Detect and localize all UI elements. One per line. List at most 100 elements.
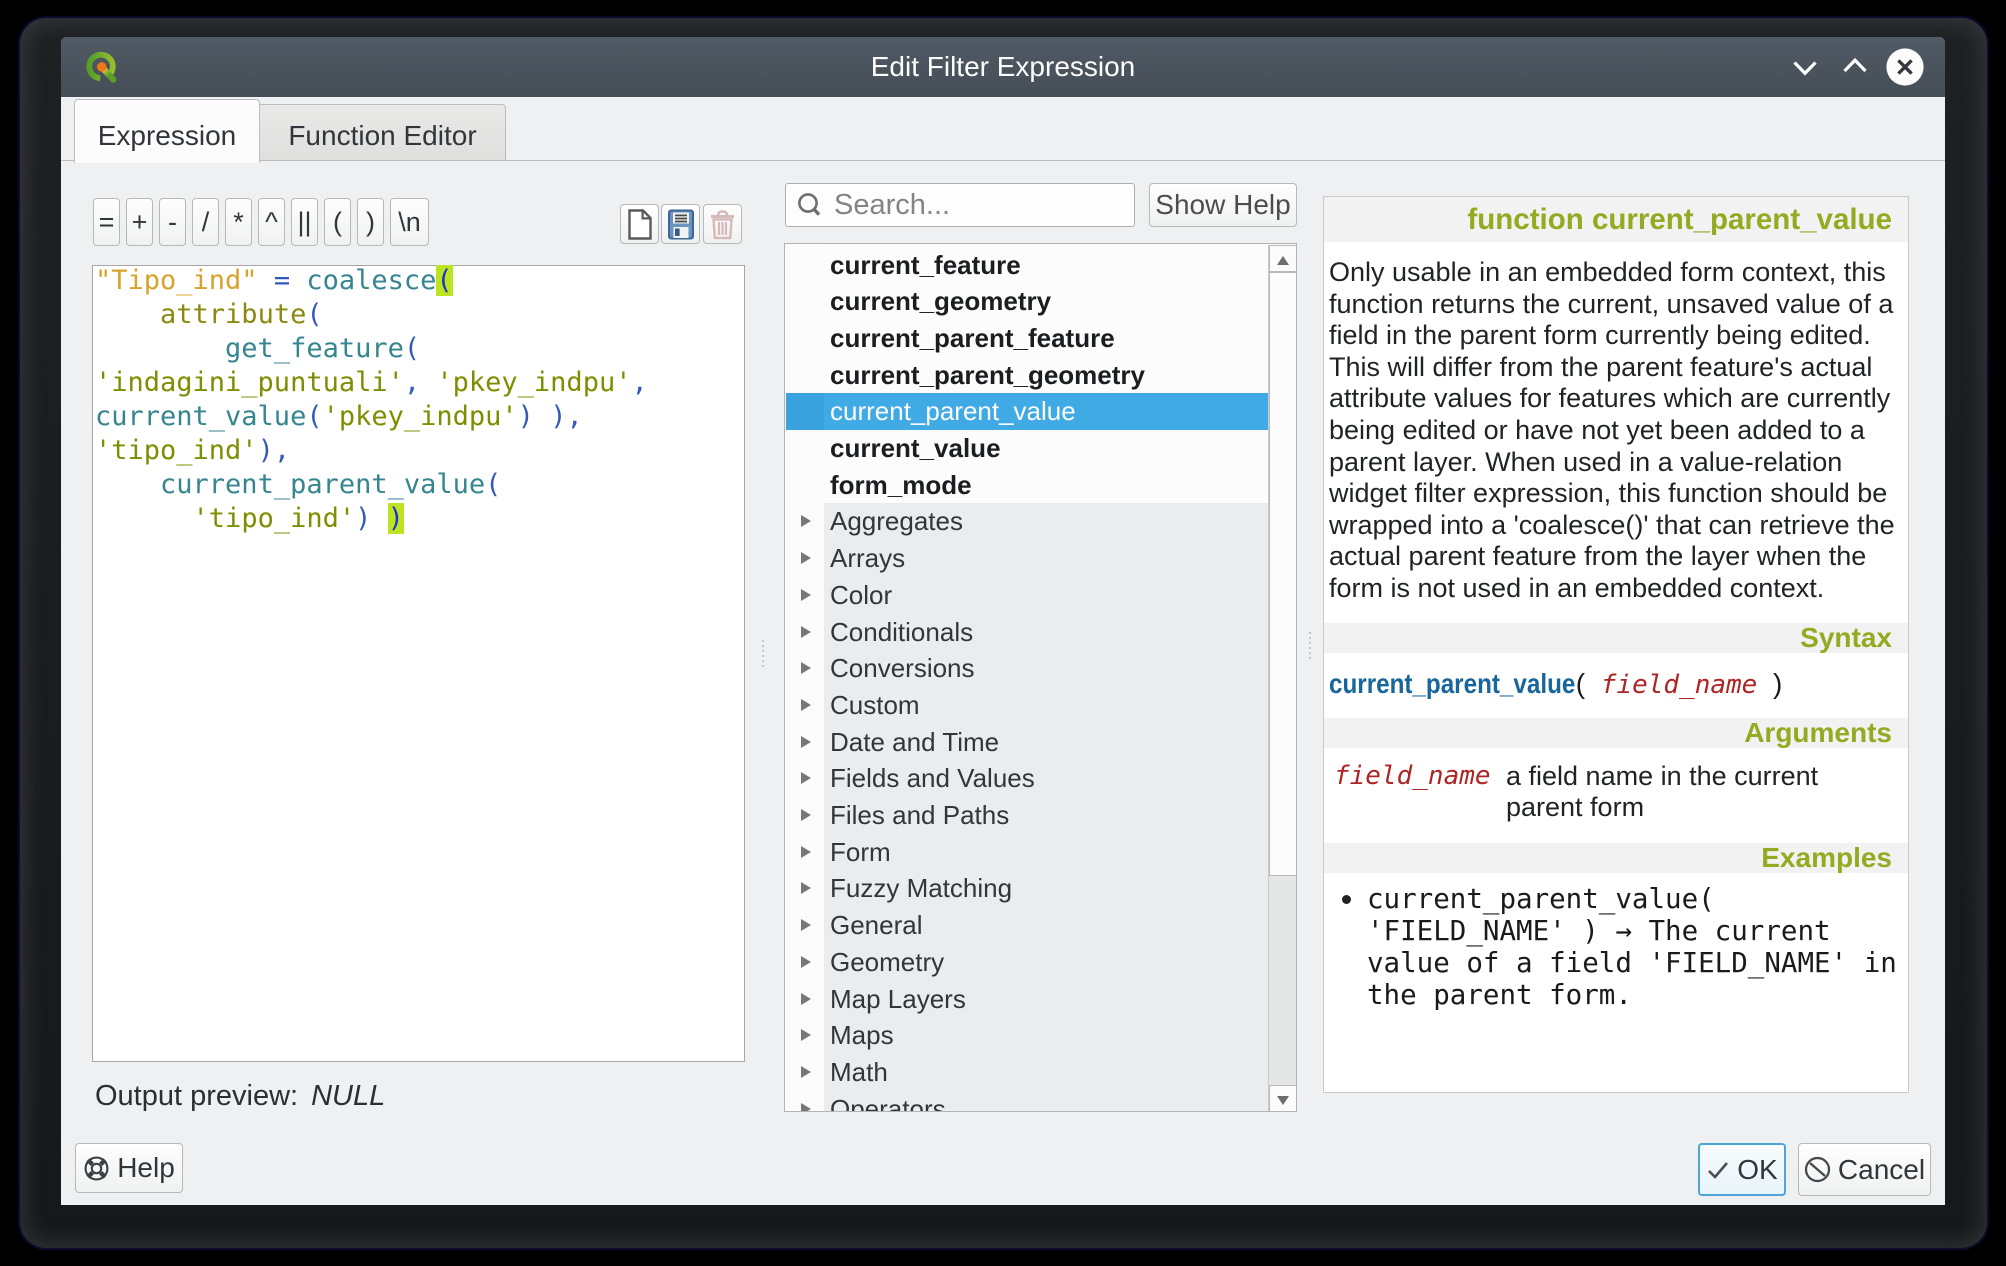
function-list-item-Map Layers[interactable]: Map Layers	[786, 981, 1269, 1018]
help-lifebuoy-icon	[83, 1155, 110, 1182]
scrollbar-handle[interactable]	[1269, 272, 1297, 876]
syntax-argument-name: field_name	[1601, 670, 1758, 700]
function-list-item-Conditionals[interactable]: Conditionals	[786, 614, 1269, 651]
expand-arrow-icon[interactable]	[801, 515, 811, 527]
function-list-item-label: Aggregates	[824, 503, 1269, 540]
function-list-item-Date and Time[interactable]: Date and Time	[786, 724, 1269, 761]
operator-button-||[interactable]: ||	[291, 198, 318, 246]
expand-arrow-icon[interactable]	[801, 846, 811, 858]
operator-button--[interactable]: -	[159, 198, 186, 246]
branch-indent	[786, 283, 824, 320]
help-arguments-heading: Arguments	[1324, 718, 1908, 748]
operator-button-^[interactable]: ^	[258, 198, 285, 246]
code-token-str: 'tipo_ind'	[95, 435, 258, 466]
expand-arrow-icon[interactable]	[801, 662, 811, 674]
ok-button[interactable]: OK	[1698, 1143, 1786, 1196]
function-list-item-Fuzzy Matching[interactable]: Fuzzy Matching	[786, 870, 1269, 907]
maximize-button[interactable]	[1833, 37, 1877, 97]
expand-arrow-icon[interactable]	[801, 809, 811, 821]
operator-button-=[interactable]: =	[93, 198, 120, 246]
scrollbar-down-button[interactable]	[1269, 1085, 1297, 1112]
splitter-left[interactable]	[762, 640, 765, 667]
branch-indent	[786, 467, 824, 504]
function-list-item-Maps[interactable]: Maps	[786, 1017, 1269, 1054]
function-list-item-Files and Paths[interactable]: Files and Paths	[786, 797, 1269, 834]
splitter-dot	[762, 655, 764, 657]
function-list-item-Fields and Values[interactable]: Fields and Values	[786, 760, 1269, 797]
delete-expression-button[interactable]	[703, 204, 742, 244]
syntax-function-name: current_parent_value	[1329, 667, 1575, 700]
code-line: get_feature(	[95, 332, 648, 366]
expand-arrow-icon[interactable]	[801, 552, 811, 564]
operator-button-*[interactable]: *	[225, 198, 252, 246]
function-list-item-Geometry[interactable]: Geometry	[786, 944, 1269, 981]
help-description: Only usable in an embedded form context,…	[1324, 257, 1908, 605]
search-input[interactable]: Search...	[785, 183, 1135, 227]
help-syntax-heading: Syntax	[1324, 623, 1908, 653]
function-list-item-current_geometry[interactable]: current_geometry	[786, 283, 1269, 320]
show-help-button[interactable]: Show Help	[1149, 183, 1297, 227]
function-list-item-Aggregates[interactable]: Aggregates	[786, 503, 1269, 540]
function-list-item-General[interactable]: General	[786, 907, 1269, 944]
expand-arrow-icon[interactable]	[801, 589, 811, 601]
expand-arrow-icon[interactable]	[801, 1066, 811, 1078]
branch-indent	[786, 577, 824, 614]
save-expression-button[interactable]	[661, 204, 700, 244]
operator-button-\n[interactable]: \n	[390, 198, 429, 246]
branch-indent	[786, 614, 824, 651]
function-list-item-Operators[interactable]: Operators	[786, 1091, 1269, 1111]
operator-button-)[interactable]: )	[357, 198, 384, 246]
expand-arrow-icon[interactable]	[801, 699, 811, 711]
expand-arrow-icon[interactable]	[801, 956, 811, 968]
function-list-item-Form[interactable]: Form	[786, 834, 1269, 871]
splitter-right[interactable]	[1309, 632, 1312, 659]
scrollbar-up-button[interactable]	[1269, 245, 1297, 272]
close-button[interactable]	[1885, 37, 1925, 97]
expand-arrow-icon[interactable]	[801, 993, 811, 1005]
function-list-item-current_parent_feature[interactable]: current_parent_feature	[786, 320, 1269, 357]
function-list-item-current_value[interactable]: current_value	[786, 430, 1269, 467]
expand-arrow-icon[interactable]	[801, 919, 811, 931]
function-list-item-label: Operators	[824, 1091, 1269, 1111]
function-list-scrollbar[interactable]	[1268, 245, 1297, 1112]
code-token-func: coalesce	[306, 265, 436, 296]
function-list: current_featurecurrent_geometrycurrent_p…	[784, 243, 1297, 1112]
code-token-op: ,	[274, 435, 290, 466]
function-list-item-Conversions[interactable]: Conversions	[786, 650, 1269, 687]
function-list-item-Math[interactable]: Math	[786, 1054, 1269, 1091]
tab-function-editor[interactable]: Function Editor	[260, 104, 506, 161]
shade-button[interactable]	[1783, 37, 1827, 97]
function-list-item-label: form_mode	[824, 467, 1269, 504]
new-expression-button[interactable]	[620, 204, 659, 244]
code-line: "Tipo_ind" = coalesce(	[95, 264, 648, 298]
tab-expression[interactable]: Expression	[74, 99, 260, 163]
code-token-op: ,	[404, 367, 420, 398]
cancel-button[interactable]: Cancel	[1798, 1143, 1931, 1196]
expand-arrow-icon[interactable]	[801, 626, 811, 638]
operator-button-/[interactable]: /	[192, 198, 219, 246]
function-list-item-current_parent_geometry[interactable]: current_parent_geometry	[786, 357, 1269, 394]
function-list-item-Color[interactable]: Color	[786, 577, 1269, 614]
function-list-item-current_feature[interactable]: current_feature	[786, 247, 1269, 284]
function-list-item-form_mode[interactable]: form_mode	[786, 467, 1269, 504]
help-button[interactable]: Help	[75, 1143, 183, 1193]
chevron-down-icon	[1783, 37, 1827, 97]
expand-arrow-icon[interactable]	[801, 1029, 811, 1041]
expand-arrow-icon[interactable]	[801, 882, 811, 894]
expand-arrow-icon[interactable]	[801, 772, 811, 784]
branch-indent	[786, 320, 824, 357]
function-list-item-Arrays[interactable]: Arrays	[786, 540, 1269, 577]
help-arguments-table: field_namea field name in the current pa…	[1324, 761, 1908, 824]
function-list-item-label: Date and Time	[824, 724, 1269, 761]
expand-arrow-icon[interactable]	[801, 736, 811, 748]
syntax-close-paren: )	[1773, 668, 1782, 699]
expand-arrow-icon[interactable]	[801, 1103, 811, 1111]
expression-editor[interactable]: "Tipo_ind" = coalesce( attribute( get_fe…	[92, 265, 745, 1062]
branch-indent	[786, 687, 824, 724]
operator-button-([interactable]: (	[324, 198, 351, 246]
branch-indent	[786, 907, 824, 944]
function-list-item-Custom[interactable]: Custom	[786, 687, 1269, 724]
function-list-item-label: current_parent_feature	[824, 320, 1269, 357]
function-list-item-current_parent_value[interactable]: current_parent_value	[786, 393, 1269, 430]
operator-button-+[interactable]: +	[126, 198, 153, 246]
